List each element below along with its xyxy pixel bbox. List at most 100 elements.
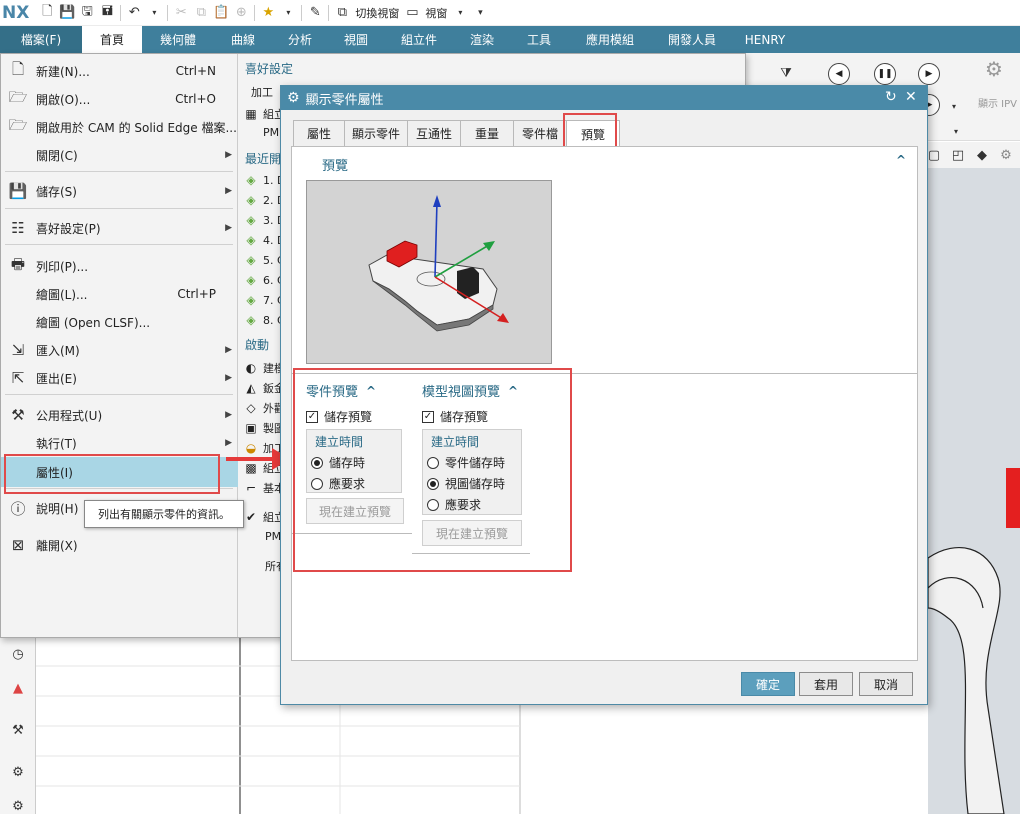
menu-item-open[interactable]: 🗁 開啟(O)... Ctrl+O [1,86,238,112]
history-icon[interactable]: ◷ [8,644,28,664]
start-item[interactable]: ▣ 製圖 [243,420,285,436]
tab-file[interactable]: 檔案(F) [0,26,82,53]
reset-icon[interactable]: ↻ [885,89,897,105]
tab-view[interactable]: 視圖 [328,26,384,53]
menu-item-plot[interactable]: 繪圖(L)... Ctrl+P [1,281,238,307]
pref-item[interactable]: PM [263,126,279,139]
recent-item[interactable]: ◈ 6. C [243,272,284,288]
recent-item[interactable]: ◈ 7. C [243,292,284,308]
pref-item[interactable]: ▦ 組立 [243,106,285,122]
save-as-icon[interactable]: 🖫 [77,3,97,23]
start-item[interactable]: ◭ 鈑金 [243,380,285,396]
preview-section-header[interactable]: 預覽 [322,155,348,174]
menu-item-properties[interactable]: 屬性(I) [1,457,238,487]
menu-item-utilities[interactable]: ⚒ 公用程式(U) ▶ [1,402,238,428]
menu-item-execute[interactable]: 執行(T) ▶ [1,430,238,456]
window-icon[interactable]: ▭ [402,3,422,23]
model-view-preview-header[interactable]: 模型視圖預覽 ^ [422,381,518,401]
recent-item[interactable]: ◈ 5. C [243,252,284,268]
chevron-down-icon[interactable]: ▾ [144,3,164,23]
chevron-down-icon[interactable]: ▾ [944,96,964,116]
bottom-item[interactable]: PM [265,530,281,543]
part-radio-on-demand[interactable]: 應要求 [311,475,365,492]
menu-item-print[interactable]: 🖶 列印(P)... [1,253,238,279]
menu-item-open-solid-edge[interactable]: 🗁 開啟用於 CAM 的 Solid Edge 檔案... [1,114,238,140]
settings-icon[interactable]: ⚙ [8,796,28,816]
part-save-preview-checkbox[interactable]: ✓ 儲存預覽 [306,408,372,425]
tab-tools[interactable]: 工具 [510,26,568,53]
palette-icon[interactable]: ▲ [8,678,28,698]
model-radio-on-part-save[interactable]: 零件儲存時 [427,454,505,471]
menu-item-exit[interactable]: ⊠ 離開(X) [1,532,238,558]
menu-item-preferences[interactable]: ☷ 喜好設定(P) ▶ [1,215,238,241]
snapshot-icon[interactable]: ◰ [948,145,968,165]
tools-icon[interactable]: ⚙ [8,762,28,782]
tab-render[interactable]: 渲染 [454,26,510,53]
switch-window-button[interactable]: 切換視窗 [355,5,399,21]
new-file-icon[interactable]: 🗋 [37,3,57,23]
copy-icon[interactable]: ⧉ [191,3,211,23]
paste-special-icon[interactable]: ⊕ [231,3,251,23]
part-preview-header[interactable]: 零件預覽 ^ [306,381,376,401]
cut-icon[interactable]: ✂ [171,3,191,23]
menu-item-import[interactable]: ⇲ 匯入(M) ▶ [1,337,238,363]
start-item[interactable]: ◇ 外觀 [243,400,285,416]
model-save-preview-checkbox[interactable]: ✓ 儲存預覽 [422,408,488,425]
tab-home[interactable]: 首頁 [82,26,142,53]
menu-item-save[interactable]: 💾 儲存(S) ▶ [1,178,238,204]
save-all-icon[interactable]: 🖬 [97,3,117,23]
model-create-now-button[interactable]: 現在建立預覽 [422,520,522,546]
part-create-now-button[interactable]: 現在建立預覽 [306,498,404,524]
previous-icon[interactable]: ◀ [828,63,850,85]
check-item[interactable]: ✔ 組立 [243,509,285,525]
window-menu-button[interactable]: 視窗 [425,5,447,21]
tab-curve[interactable]: 曲線 [214,26,272,53]
switch-window-icon[interactable]: ⧉ [332,3,352,23]
ipv-icon[interactable]: ⚙ [984,57,1004,81]
command-finder-icon[interactable]: ✎ [305,3,325,23]
start-item[interactable]: ◐ 建模 [243,360,285,376]
tab-weight[interactable]: 重量 [460,120,514,146]
tab-applications[interactable]: 應用模組 [568,26,652,53]
part-radio-on-save[interactable]: 儲存時 [311,454,365,471]
show-ipv-label[interactable]: 顯示 IPV [978,95,1017,110]
apply-button[interactable]: 套用 [799,672,853,696]
tab-assemblies[interactable]: 組立件 [384,26,454,53]
shaded-icon[interactable]: ◆ [972,145,992,165]
undo-icon[interactable]: ↶ [124,3,144,23]
tab-part-file[interactable]: 零件檔 [513,120,567,146]
model-radio-on-demand[interactable]: 應要求 [427,496,481,513]
tab-analysis[interactable]: 分析 [272,26,328,53]
render-style-icon[interactable]: ⚙ [996,145,1016,165]
start-item[interactable]: ⌐ 基本 [243,480,285,496]
roles-icon[interactable]: ⚒ [8,720,28,740]
chevron-down-icon[interactable]: ▾ [946,121,966,141]
pref-item[interactable]: 加工 [251,84,273,100]
tab-preview[interactable]: 預覽 [566,120,620,147]
paste-icon[interactable]: 📋 [211,3,231,23]
recent-item[interactable]: ◈ 8. C [243,312,284,328]
tab-displayed-part[interactable]: 顯示零件 [344,120,408,146]
tab-henry[interactable]: HENRY [732,26,798,53]
chevron-down-icon[interactable]: ▾ [278,3,298,23]
play-icon[interactable]: ▶ [918,63,940,85]
menu-item-close[interactable]: 關閉(C) ▶ [1,142,238,168]
overflow-icon[interactable]: ▾ [470,3,490,23]
chevron-down-icon[interactable]: ▾ [450,3,470,23]
command-icon[interactable]: ⧩ [776,63,796,83]
close-icon[interactable]: ✕ [905,89,917,105]
star-icon[interactable]: ★ [258,3,278,23]
cancel-button[interactable]: 取消 [859,672,913,696]
graphics-window[interactable] [927,168,1020,815]
model-radio-on-view-save[interactable]: 視圖儲存時 [427,475,505,492]
pause-icon[interactable]: ❚❚ [874,63,896,85]
save-icon[interactable]: 💾 [57,3,77,23]
collapse-icon[interactable]: ^ [896,153,906,167]
ok-button[interactable]: 確定 [741,672,795,696]
menu-item-export[interactable]: ⇱ 匯出(E) ▶ [1,365,238,391]
tab-developer[interactable]: 開發人員 [652,26,732,53]
menu-item-new[interactable]: 🗋 新建(N)... Ctrl+N [1,58,238,84]
menu-item-plot-clsf[interactable]: 繪圖 (Open CLSF)... [1,309,238,335]
tab-geometry[interactable]: 幾何體 [142,26,214,53]
tab-interop[interactable]: 互通性 [407,120,461,146]
